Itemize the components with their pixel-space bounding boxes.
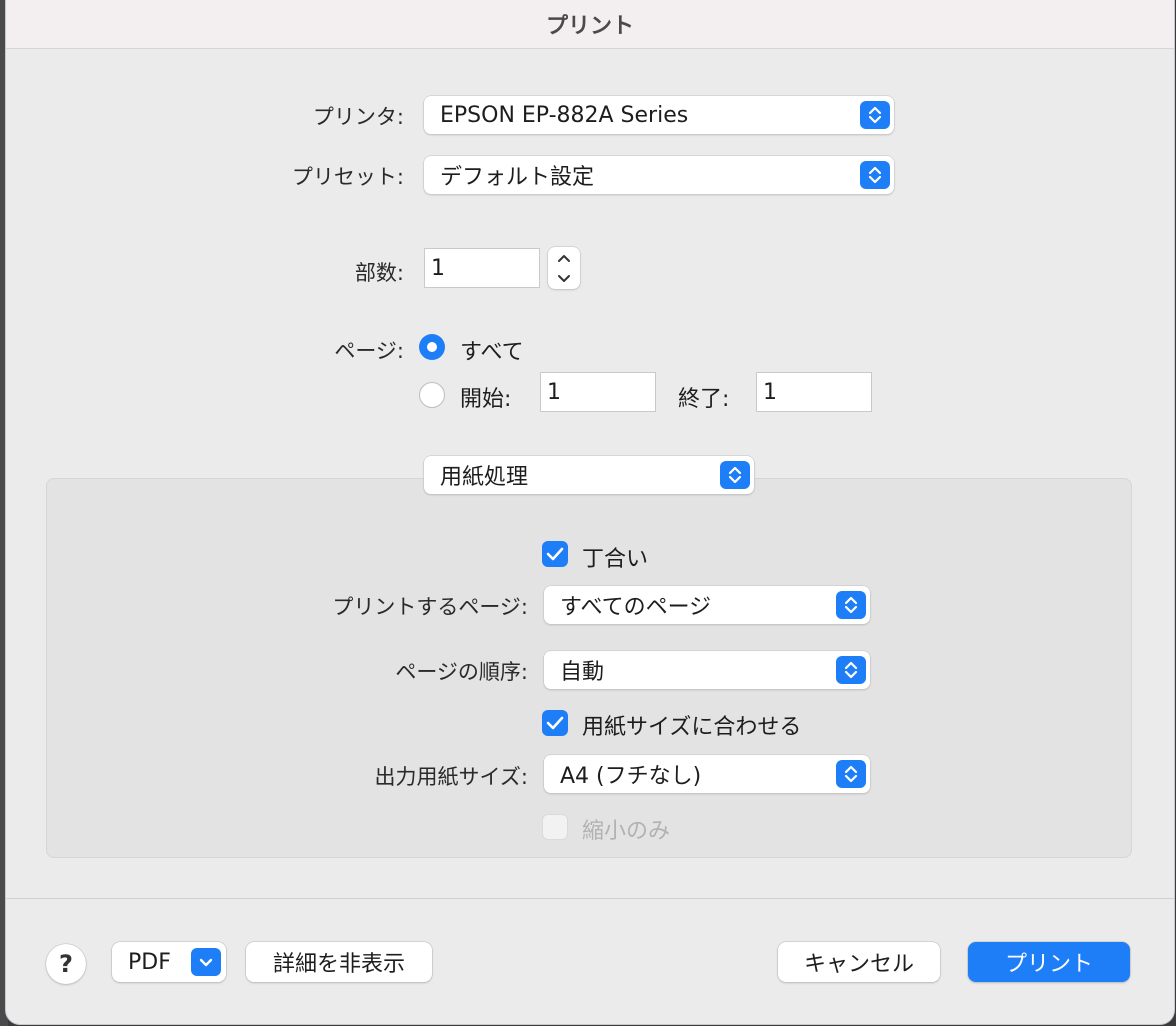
dest-paper-size-value: A4 (フチなし) — [560, 764, 702, 789]
dest-paper-size-popup[interactable]: A4 (フチなし) — [544, 755, 870, 793]
pages-all-radio[interactable] — [419, 334, 445, 360]
scale-to-fit-checkbox[interactable] — [542, 710, 568, 736]
scale-down-only-label: 縮小のみ — [582, 819, 671, 844]
updown-chevron-icon — [860, 161, 890, 189]
pages-label: ページ: — [334, 339, 404, 363]
dialog-title: プリント — [545, 14, 634, 39]
preset-value: デフォルト設定 — [440, 165, 595, 190]
print-button[interactable]: プリント — [968, 942, 1130, 982]
copies-label: 部数: — [354, 261, 404, 285]
page-order-label: ページの順序: — [395, 660, 528, 684]
preset-popup[interactable]: デフォルト設定 — [424, 156, 894, 194]
cancel-button[interactable]: キャンセル — [778, 942, 940, 982]
checkmark-icon — [546, 716, 564, 730]
scale-to-fit-label: 用紙サイズに合わせる — [582, 715, 802, 740]
page-order-popup[interactable]: 自動 — [544, 651, 870, 689]
copies-stepper[interactable] — [548, 247, 580, 289]
pages-to-print-label: プリントするページ: — [332, 595, 528, 619]
scale-down-only-checkbox — [542, 814, 568, 840]
pages-range-radio[interactable] — [419, 382, 445, 408]
pages-all-label: すべて — [460, 340, 524, 365]
printer-label: プリンタ: — [312, 105, 404, 129]
updown-chevron-icon — [860, 101, 890, 129]
chevron-down-icon — [191, 948, 221, 976]
printer-value: EPSON EP-882A Series — [440, 102, 689, 128]
dialog-titlebar: プリント — [6, 0, 1174, 49]
hide-details-button[interactable]: 詳細を非表示 — [246, 942, 432, 982]
dest-paper-size-label: 出力用紙サイズ: — [374, 765, 528, 789]
section-menu-popup[interactable]: 用紙処理 — [424, 456, 754, 494]
checkmark-icon — [546, 547, 564, 561]
pdf-menu-button[interactable]: PDF — [112, 942, 226, 982]
pages-to-print-popup[interactable]: すべてのページ — [544, 586, 870, 624]
preset-label: プリセット: — [291, 165, 404, 189]
help-button[interactable]: ? — [46, 944, 86, 984]
page-order-value: 自動 — [560, 660, 605, 685]
updown-chevron-icon — [836, 760, 866, 788]
section-menu-value: 用紙処理 — [440, 465, 529, 490]
pages-to-print-value: すべてのページ — [560, 595, 712, 620]
copies-field[interactable]: 1 — [424, 248, 540, 288]
collate-label: 丁合い — [582, 547, 649, 572]
pdf-label: PDF — [128, 949, 171, 975]
updown-chevron-icon — [836, 656, 866, 684]
print-dialog: プリント プリンタ: EPSON EP-882A Series プリセット: デ… — [6, 0, 1174, 1024]
pages-from-label: 開始: — [460, 387, 512, 412]
updown-chevron-icon — [720, 461, 750, 489]
footer-separator — [6, 898, 1174, 899]
collate-checkbox[interactable] — [542, 541, 568, 567]
printer-popup[interactable]: EPSON EP-882A Series — [424, 96, 894, 134]
pages-from-field[interactable]: 1 — [540, 372, 656, 412]
updown-chevron-icon — [836, 591, 866, 619]
pages-to-field[interactable]: 1 — [756, 372, 872, 412]
pages-to-label: 終了: — [678, 387, 730, 412]
stepper-up-icon[interactable] — [548, 248, 580, 268]
stepper-down-icon[interactable] — [548, 268, 580, 288]
